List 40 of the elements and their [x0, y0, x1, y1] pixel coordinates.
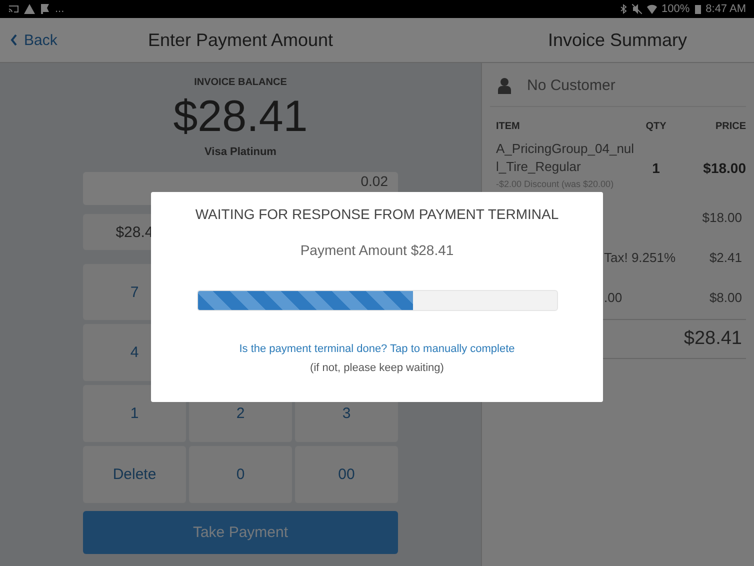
keypad-key[interactable]: 0	[189, 446, 292, 503]
more-notifications: ...	[55, 3, 64, 15]
back-link[interactable]: Back	[10, 32, 58, 48]
wifi-icon	[646, 4, 656, 14]
dialog-title: WAITING FOR RESPONSE FROM PAYMENT TERMINAL	[195, 206, 559, 222]
payment-amount: Payment Amount $28.41	[300, 242, 454, 258]
summary-value: $8.00	[709, 290, 742, 304]
item-name: A_PricingGroup_04_null_Tire_Regular	[496, 140, 636, 176]
person-icon	[498, 78, 511, 94]
battery-percent: 100%	[662, 3, 690, 15]
battery-icon	[694, 4, 701, 14]
warning-icon	[24, 4, 35, 14]
summary-value: $18.00	[702, 210, 742, 224]
balance-label: INVOICE BALANCE	[194, 77, 287, 88]
item-price: $18.00	[702, 160, 746, 176]
column-header: PRICE	[714, 121, 746, 132]
summary-value: $2.41	[709, 250, 742, 264]
chevron-left-icon	[10, 34, 18, 46]
column-header: QTY	[644, 121, 668, 132]
flag-icon	[40, 4, 50, 14]
summary-label: .00	[604, 290, 622, 304]
customer-name: No Customer	[527, 77, 616, 94]
clock: 8:47 AM	[706, 3, 746, 15]
take-payment-button[interactable]: Take Payment	[83, 511, 398, 554]
summary-label: Tax! 9.251%	[604, 250, 676, 264]
item-qty: 1	[651, 160, 661, 176]
keypad-key[interactable]: 1	[83, 385, 186, 442]
keypad-key[interactable]: Delete	[83, 446, 186, 503]
mute-icon	[632, 4, 642, 14]
panel-title: Invoice Summary	[548, 30, 688, 50]
invoice-total: $28.41	[684, 328, 742, 350]
page-title: Enter Payment Amount	[148, 30, 334, 50]
keypad-key[interactable]: 00	[295, 446, 398, 503]
manual-complete-link[interactable]: Is the payment terminal done? Tap to manually complete	[239, 343, 515, 355]
bluetooth-icon	[620, 4, 626, 14]
cast-icon	[8, 4, 19, 14]
balance-amount: $28.41	[173, 91, 308, 143]
wait-note: (if not, please keep waiting)	[310, 362, 444, 374]
column-header: ITEM	[496, 121, 521, 132]
card-name: Visa Platinum	[204, 146, 276, 158]
